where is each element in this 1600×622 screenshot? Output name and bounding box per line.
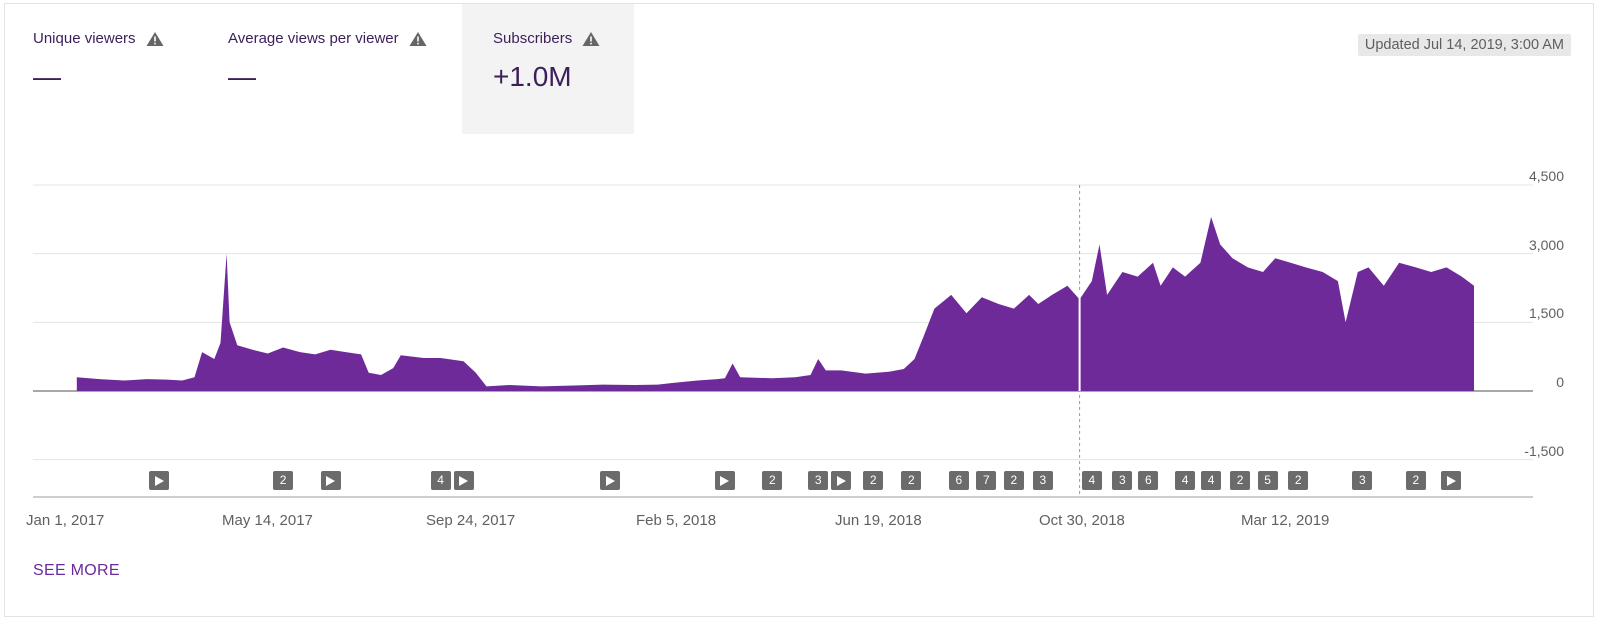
- video-marker-play[interactable]: [149, 471, 170, 490]
- video-marker-play[interactable]: [453, 471, 474, 490]
- x-tick-label: Sep 24, 2017: [426, 512, 516, 529]
- y-tick-label: 3,000: [1528, 236, 1564, 253]
- x-tick-label: Feb 5, 2018: [636, 512, 717, 529]
- x-tick-label: Mar 12, 2019: [1241, 512, 1330, 529]
- x-tick-label: Oct 30, 2018: [1039, 512, 1125, 529]
- play-icon: [720, 476, 730, 486]
- video-marker-count[interactable]: 6: [1138, 471, 1159, 490]
- video-marker-count[interactable]: 2: [1288, 471, 1309, 490]
- y-tick-label: 0: [1556, 374, 1564, 390]
- video-marker-play[interactable]: [831, 471, 852, 490]
- series-area: [76, 217, 1474, 391]
- video-marker-count[interactable]: 7: [976, 471, 997, 490]
- x-tick-label: Jun 19, 2018: [835, 512, 922, 529]
- play-icon: [326, 476, 335, 486]
- video-marker-count[interactable]: 2: [273, 471, 294, 490]
- y-tick-label: 1,500: [1528, 305, 1564, 322]
- video-marker-count[interactable]: 4: [1081, 471, 1102, 490]
- video-marker-count[interactable]: 2: [1405, 471, 1426, 490]
- video-marker-play[interactable]: [600, 471, 621, 490]
- play-icon: [836, 476, 846, 486]
- video-marker-count[interactable]: 2: [1003, 471, 1024, 490]
- video-marker-count[interactable]: 3: [808, 471, 829, 490]
- see-more-link[interactable]: SEE MORE: [33, 562, 120, 580]
- video-marker-count[interactable]: 3: [1112, 471, 1133, 490]
- x-tick-label: Jan 1, 2017: [26, 512, 105, 529]
- play-icon: [154, 476, 164, 486]
- video-marker-count[interactable]: 6: [948, 471, 969, 490]
- video-marker-count[interactable]: 5: [1257, 471, 1278, 490]
- video-marker-count[interactable]: 3: [1032, 471, 1053, 490]
- video-marker-play[interactable]: [320, 471, 341, 490]
- video-marker-count[interactable]: 4: [1201, 471, 1222, 490]
- play-icon: [1446, 476, 1456, 486]
- x-tick-label: May 14, 2017: [222, 512, 313, 529]
- video-marker-count[interactable]: 4: [1175, 471, 1196, 490]
- play-icon: [459, 476, 468, 486]
- subscribers-area-chart[interactable]: [0, 0, 1600, 500]
- video-marker-count[interactable]: 2: [762, 471, 783, 490]
- play-icon: [605, 476, 615, 486]
- video-marker-count[interactable]: 4: [430, 471, 451, 490]
- video-marker-count[interactable]: 3: [1352, 471, 1373, 490]
- video-marker-play[interactable]: [714, 471, 735, 490]
- video-marker-count[interactable]: 2: [1230, 471, 1251, 490]
- video-marker-count[interactable]: 2: [863, 471, 884, 490]
- y-tick-label: 4,500: [1528, 168, 1564, 184]
- video-marker-play[interactable]: [1441, 471, 1462, 490]
- y-tick-label: -1,500: [1524, 442, 1564, 459]
- video-marker-count[interactable]: 2: [901, 471, 922, 490]
